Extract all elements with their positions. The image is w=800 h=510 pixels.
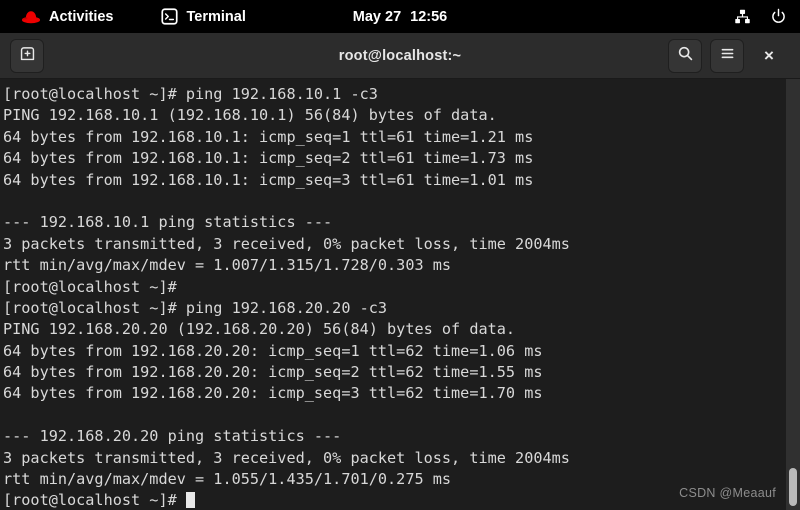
terminal-window: root@localhost:~ × [root@localhost ~]# p… [0,33,800,510]
screen: Activities Terminal May 27 12:56 root@lo… [0,0,800,510]
new-tab-button[interactable] [10,38,44,73]
menu-button[interactable] [710,39,744,73]
top-bar-left-group: Activities Terminal [14,5,253,28]
terminal-line: PING 192.168.20.20 (192.168.20.20) 56(84… [3,320,516,339]
close-icon: × [764,46,774,65]
terminal-line: rtt min/avg/max/mdev = 1.007/1.315/1.728… [3,256,452,275]
text-cursor [185,492,196,509]
system-status-area[interactable] [734,0,787,33]
search-icon [677,45,694,67]
terminal-line: 64 bytes from 192.168.10.1: icmp_seq=2 t… [3,149,534,168]
close-button[interactable]: × [752,39,786,73]
clock-date: May 27 [352,8,402,25]
activities-label: Activities [49,8,114,25]
new-tab-icon [19,45,36,67]
terminal-line: [root@localhost ~]# ping 192.168.20.20 -… [3,298,388,317]
titlebar-button-group: × [668,33,800,79]
terminal-line: 64 bytes from 192.168.20.20: icmp_seq=3 … [3,384,543,403]
window-titlebar[interactable]: root@localhost:~ × [0,33,800,79]
terminal-line: [root@localhost ~]# [3,277,186,296]
terminal-content[interactable]: [root@localhost ~]# ping 192.168.10.1 -c… [0,79,800,510]
terminal-line: 3 packets transmitted, 3 received, 0% pa… [3,234,570,253]
scrollbar-thumb[interactable] [789,468,797,506]
app-menu-label: Terminal [186,8,246,25]
power-icon[interactable] [770,8,787,25]
terminal-line: 64 bytes from 192.168.20.20: icmp_seq=2 … [3,363,543,382]
shell-prompt: [root@localhost ~]# [3,491,186,510]
terminal-line: 64 bytes from 192.168.10.1: icmp_seq=3 t… [3,170,534,189]
terminal-line: 64 bytes from 192.168.20.20: icmp_seq=1 … [3,341,543,360]
terminal-line: [root@localhost ~]# ping 192.168.10.1 -c… [3,85,378,103]
network-wired-icon[interactable] [734,8,751,25]
activities-button[interactable]: Activities [14,6,120,28]
app-menu-terminal[interactable]: Terminal [154,5,252,28]
clock-time: 12:56 [410,8,448,25]
terminal-scrollbar[interactable] [786,79,800,510]
terminal-icon [161,8,179,25]
terminal-line: PING 192.168.10.1 (192.168.10.1) 56(84) … [3,106,497,125]
terminal-line: 64 bytes from 192.168.10.1: icmp_seq=1 t… [3,127,534,146]
gnome-top-bar: Activities Terminal May 27 12:56 [0,0,800,33]
search-button[interactable] [668,39,702,73]
terminal-line: 3 packets transmitted, 3 received, 0% pa… [3,448,570,467]
watermark: CSDN @Meaauf [679,486,776,500]
redhat-logo-icon [21,9,41,24]
terminal-line: --- 192.168.20.20 ping statistics --- [3,427,342,446]
hamburger-menu-icon [719,45,736,67]
terminal-line: --- 192.168.10.1 ping statistics --- [3,213,333,232]
